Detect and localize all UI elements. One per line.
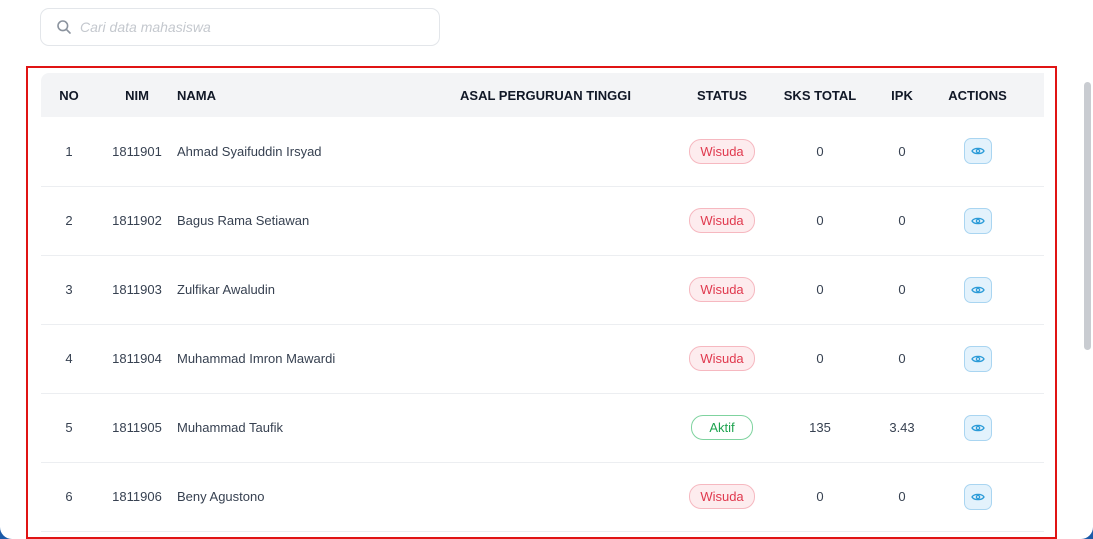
cell-extra (1015, 324, 1044, 393)
cell-no: 2 (65, 213, 73, 228)
cell-actions (940, 462, 1015, 531)
cell-no: 6 (65, 489, 73, 504)
eye-icon (970, 354, 985, 364)
cell-ipk: 0 (898, 213, 906, 228)
cell-status: Wisuda (668, 117, 776, 186)
table-row[interactable]: 5 1811905 Muhammad Taufik Aktif 135 3.43 (41, 393, 1044, 462)
cell-extra (1015, 186, 1044, 255)
cell-nama: Bagus Rama Setiawan (177, 213, 310, 228)
cell-ipk: 3.43 (889, 420, 915, 435)
header-no[interactable]: NO (41, 73, 97, 117)
cell-no: 4 (65, 351, 73, 366)
cell-nama: Muhammad Imron Mawardi (177, 351, 336, 366)
cell-asal (423, 255, 668, 324)
view-button[interactable] (963, 483, 992, 510)
eye-icon (970, 216, 985, 226)
cell-ipk: 0 (898, 282, 906, 297)
cell-nim: 1811905 (112, 420, 162, 435)
eye-icon (970, 492, 985, 502)
header-sks-total[interactable]: SKS TOTAL (776, 73, 864, 117)
cell-nama: Muhammad Taufik (177, 420, 283, 435)
cell-nama: Beny Agustono (177, 489, 265, 504)
view-button[interactable] (963, 345, 992, 372)
cell-ipk: 0 (898, 351, 906, 366)
table-row[interactable]: 4 1811904 Muhammad Imron Mawardi Wisuda 0 0 (41, 324, 1044, 393)
cell-nim: 1811902 (112, 213, 162, 228)
cell-ipk: 0 (898, 489, 906, 504)
search-input[interactable] (80, 19, 400, 35)
cell-extra (1015, 462, 1044, 531)
cell-sks: 0 (816, 351, 824, 366)
status-badge: Aktif (691, 415, 753, 440)
cell-nim: 1811903 (112, 282, 162, 297)
student-table: NO NIM NAMA ASAL PERGURUAN TINGGI STATUS… (41, 73, 1044, 532)
table-row[interactable]: 6 1811906 Beny Agustono Wisuda 0 0 (41, 462, 1044, 531)
view-button[interactable] (963, 207, 992, 234)
cell-nama: Ahmad Syaifuddin Irsyad (177, 143, 322, 159)
content-panel: NO NIM NAMA ASAL PERGURUAN TINGGI STATUS… (0, 0, 1093, 539)
cell-nama: Zulfikar Awaludin (177, 282, 276, 297)
cell-no: 1 (65, 143, 73, 159)
eye-icon (970, 285, 985, 295)
header-nama[interactable]: NAMA (177, 73, 423, 117)
cell-asal (423, 324, 668, 393)
cell-nim: 1811904 (112, 351, 162, 366)
cell-sks: 0 (816, 282, 824, 297)
view-button[interactable] (963, 138, 992, 165)
cell-nim: 1811906 (112, 489, 162, 504)
eye-icon (970, 423, 985, 433)
status-badge: Wisuda (689, 346, 755, 371)
cell-actions (940, 393, 1015, 462)
cell-sks: 0 (816, 489, 824, 504)
table-body: 1 1811901 Ahmad Syaifuddin Irsyad Wisuda 0 0 2… (41, 117, 1044, 531)
cell-status: Wisuda (668, 324, 776, 393)
cell-extra (1015, 117, 1044, 186)
table-container: NO NIM NAMA ASAL PERGURUAN TINGGI STATUS… (41, 73, 1044, 537)
cell-actions (940, 324, 1015, 393)
header-nim[interactable]: NIM (97, 73, 177, 117)
cell-sks: 135 (809, 420, 831, 435)
cell-status: Aktif (668, 393, 776, 462)
table-highlight-frame: NO NIM NAMA ASAL PERGURUAN TINGGI STATUS… (26, 66, 1057, 539)
table-header: NO NIM NAMA ASAL PERGURUAN TINGGI STATUS… (41, 73, 1044, 117)
eye-icon (970, 146, 985, 156)
table-row[interactable]: 1 1811901 Ahmad Syaifuddin Irsyad Wisuda 0 0 (41, 117, 1044, 186)
cell-sks: 0 (816, 213, 824, 228)
status-badge: Wisuda (689, 208, 755, 233)
header-row: NO NIM NAMA ASAL PERGURUAN TINGGI STATUS… (41, 73, 1044, 117)
header-ipk[interactable]: IPK (864, 73, 940, 117)
cell-asal (423, 186, 668, 255)
cell-actions (940, 255, 1015, 324)
cell-no: 5 (65, 420, 73, 435)
header-actions: ACTIONS (948, 87, 1007, 103)
cell-ipk: 0 (898, 143, 906, 159)
status-badge: Wisuda (689, 484, 755, 509)
status-badge: Wisuda (689, 277, 755, 302)
cell-asal (423, 393, 668, 462)
cell-actions (940, 186, 1015, 255)
cell-actions (940, 117, 1015, 186)
cell-extra (1015, 255, 1044, 324)
header-status[interactable]: STATUS (668, 73, 776, 117)
cell-sks: 0 (816, 143, 824, 159)
search-box[interactable] (40, 8, 440, 46)
cell-status: Wisuda (668, 255, 776, 324)
cell-status: Wisuda (668, 462, 776, 531)
table-row[interactable]: 2 1811902 Bagus Rama Setiawan Wisuda 0 0 (41, 186, 1044, 255)
cell-status: Wisuda (668, 186, 776, 255)
header-asal-perguruan-tinggi[interactable]: ASAL PERGURUAN TINGGI (423, 73, 668, 117)
view-button[interactable] (963, 276, 992, 303)
header-extra-truncated: R (1015, 73, 1044, 117)
cell-nim: 1811901 (112, 143, 162, 159)
search-icon (56, 19, 72, 35)
vertical-scrollbar[interactable] (1084, 82, 1091, 350)
cell-no: 3 (65, 282, 73, 297)
view-button[interactable] (963, 414, 992, 441)
cell-extra (1015, 393, 1044, 462)
cell-asal (423, 462, 668, 531)
cell-asal (423, 117, 668, 186)
table-row[interactable]: 3 1811903 Zulfikar Awaludin Wisuda 0 0 (41, 255, 1044, 324)
status-badge: Wisuda (689, 138, 755, 164)
